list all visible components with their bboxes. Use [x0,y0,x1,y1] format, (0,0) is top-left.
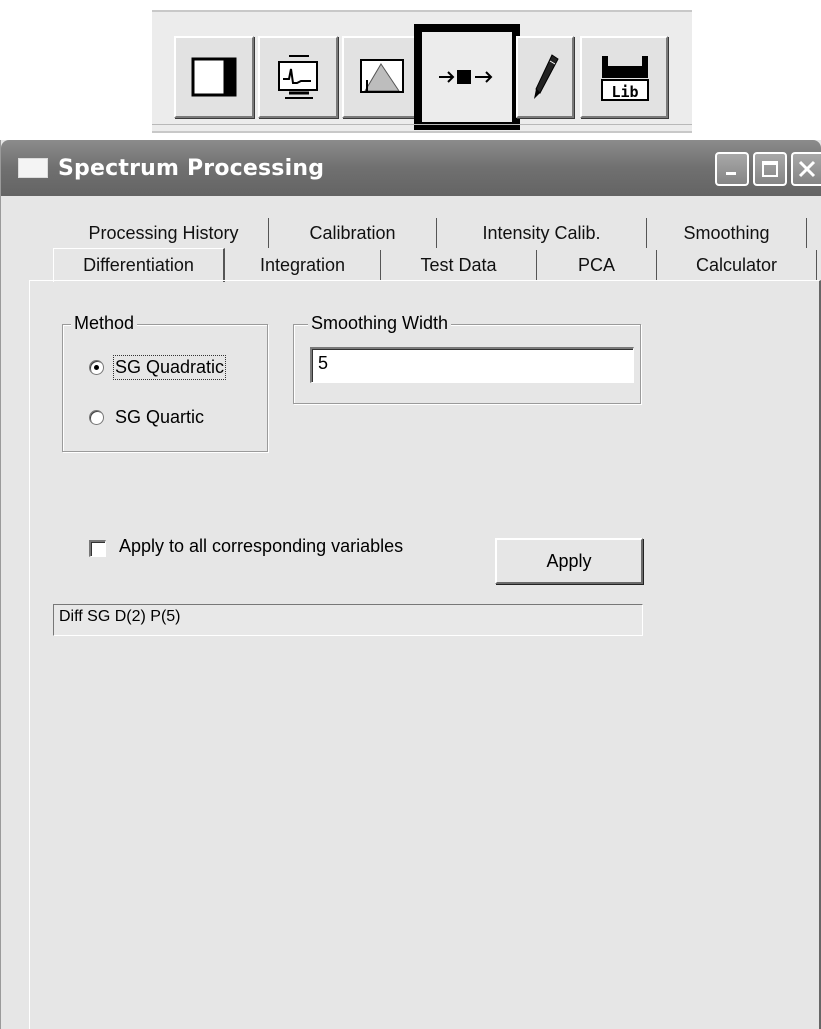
process-arrow-icon [439,70,493,84]
sg-quartic-radio[interactable] [89,410,104,425]
panel-layout-button[interactable] [174,36,254,118]
library-icon: Lib [601,56,649,101]
sg-quartic-label: SG Quartic [115,407,205,427]
spectrum-display-button[interactable] [258,36,338,118]
sg-quadratic-radio[interactable] [89,360,104,375]
window-title: Spectrum Processing [58,155,325,181]
tab-differentiation[interactable]: Differentiation [53,248,225,282]
panel-layout-icon [191,57,237,97]
sg-quartic-option[interactable]: SG Quartic [89,407,204,428]
title-bar[interactable]: Spectrum Processing [1,140,821,196]
tab-processing-history[interactable]: Processing History [59,218,269,248]
spectrum-processing-window: Spectrum Processing Processing History C… [0,140,821,1029]
method-label: Method [71,313,138,334]
close-icon [798,160,816,178]
pen-tool-icon [534,54,559,99]
minimize-button[interactable] [715,152,749,186]
minimize-icon [726,172,736,175]
tab-pca[interactable]: PCA [537,250,657,280]
smoothing-width-input[interactable]: 5 [310,347,634,383]
library-text: Lib [611,83,638,101]
tab-intensity-calib[interactable]: Intensity Calib. [437,218,647,248]
sg-quadratic-label: SG Quadratic [112,355,227,380]
smoothing-width-label: Smoothing Width [308,313,452,334]
maximize-icon [762,161,778,177]
tab-integration[interactable]: Integration [225,250,381,280]
tab-calculator[interactable]: Calculator [657,250,817,280]
apply-button[interactable]: Apply [495,538,643,584]
window-client-area: Processing History Calibration Intensity… [7,196,821,1029]
toolbar: Lib [152,10,692,133]
maximize-button[interactable] [753,152,787,186]
apply-all-checkbox[interactable] [89,540,106,557]
spectrum-display-icon [278,55,318,99]
window-icon [18,158,48,178]
process-button[interactable] [414,24,520,130]
smoothing-width-group: Smoothing Width 5 [293,313,641,404]
peak-chart-button[interactable] [342,36,422,118]
method-group: Method SG Quadratic SG Quartic [62,313,268,452]
peak-chart-icon [360,59,404,93]
tab-calibration[interactable]: Calibration [269,218,437,248]
apply-all-label: Apply to all corresponding variables [119,536,404,556]
sg-quadratic-option[interactable]: SG Quadratic [89,355,227,380]
method-status-field: Diff SG D(2) P(5) [53,604,643,636]
pen-tool-button[interactable] [516,36,574,118]
library-button[interactable]: Lib [580,36,668,118]
close-button[interactable] [791,152,821,186]
tab-test-data[interactable]: Test Data [381,250,537,280]
tab-smoothing[interactable]: Smoothing [647,218,807,248]
